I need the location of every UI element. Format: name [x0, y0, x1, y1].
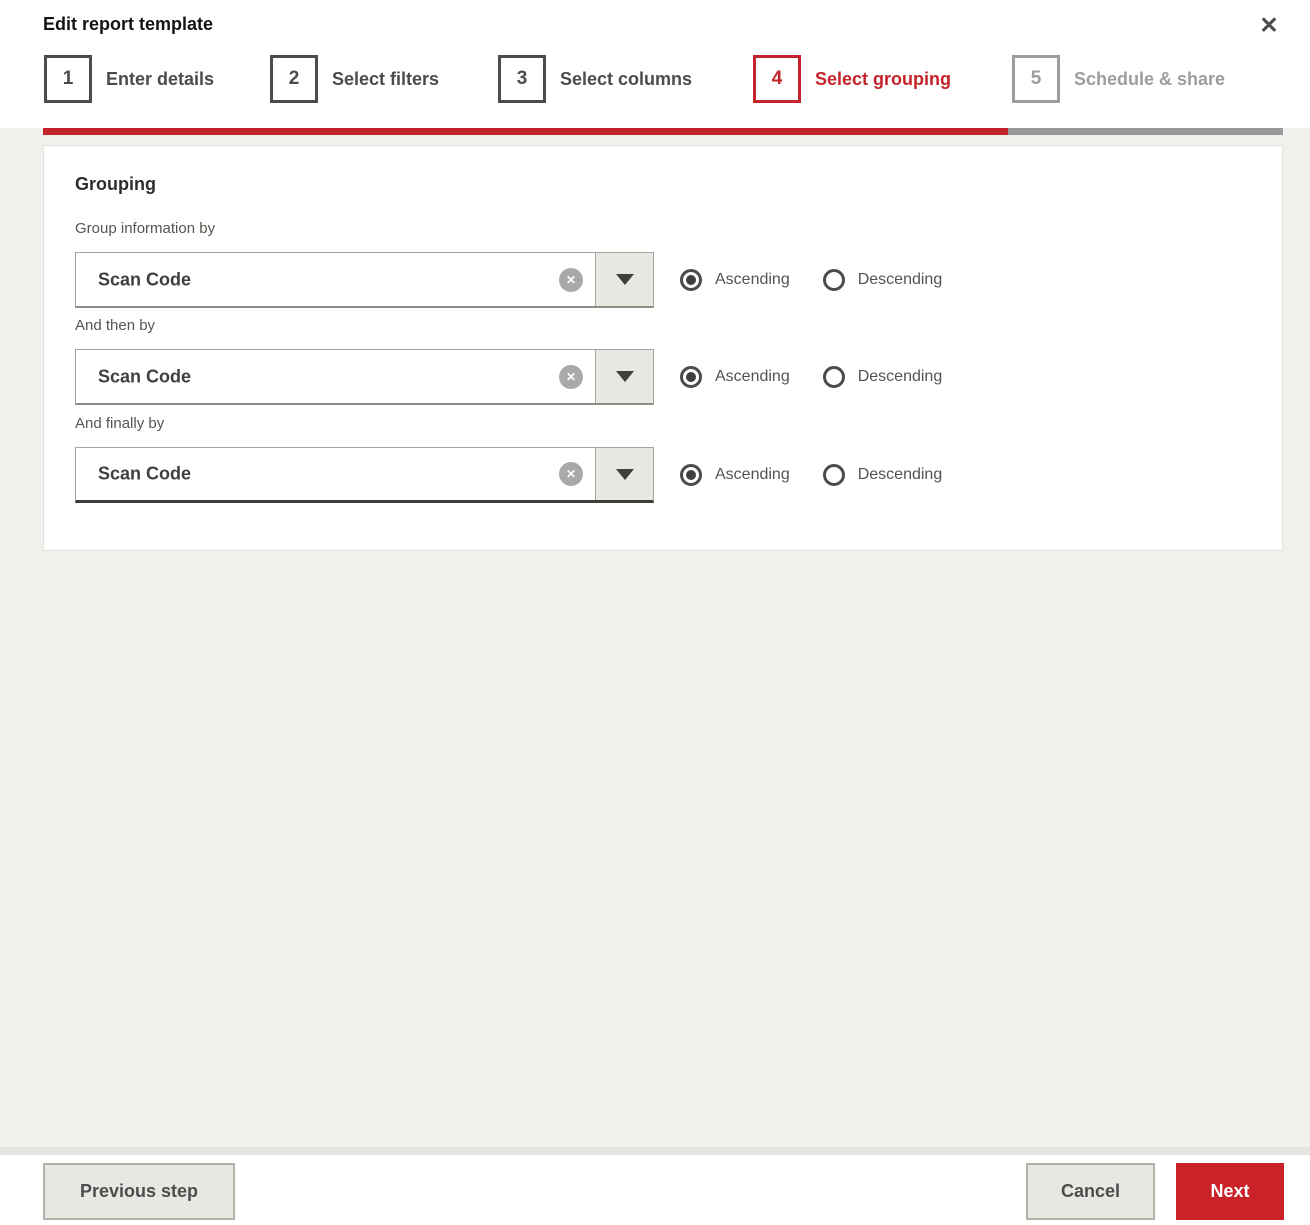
- group-row-3: And finally by Scan Code ✕ Ascending Des…: [75, 415, 1255, 503]
- grouping-heading: Grouping: [75, 174, 156, 194]
- radio-circle-icon: [822, 464, 845, 486]
- ascending-radio[interactable]: Ascending: [680, 269, 790, 291]
- chevron-down-icon: [615, 274, 634, 285]
- dropdown-selected-value: Scan Code: [98, 366, 192, 386]
- clear-selection-icon[interactable]: ✕: [559, 267, 583, 292]
- next-button[interactable]: Next: [1176, 1163, 1284, 1220]
- dialog-header: Edit report template ✕ 1 Enter details 2…: [0, 0, 1310, 128]
- radio-circle-icon: [680, 366, 702, 388]
- grouping-panel: Grouping Group information by Scan Code …: [43, 145, 1283, 551]
- step-label: Select filters: [332, 68, 440, 89]
- step-3-select-columns[interactable]: 3 Select columns: [498, 54, 692, 104]
- descending-radio[interactable]: Descending: [822, 464, 942, 486]
- chevron-down-icon: [615, 371, 634, 382]
- descending-radio[interactable]: Descending: [822, 269, 942, 291]
- group-by-label: Group information by: [75, 220, 216, 237]
- sort-direction-group-2: Ascending Descending: [680, 366, 942, 388]
- dialog-footer: Previous step Cancel Next: [0, 1155, 1310, 1225]
- clear-selection-icon[interactable]: ✕: [559, 462, 583, 486]
- group-by-label: And then by: [75, 317, 156, 334]
- clear-selection-icon[interactable]: ✕: [559, 364, 583, 389]
- wizard-progress-track: [43, 128, 1283, 135]
- step-5-schedule-share: 5 Schedule & share: [1012, 54, 1225, 104]
- dropdown-selected-value: Scan Code: [98, 463, 192, 484]
- step-2-select-filters[interactable]: 2 Select filters: [270, 54, 439, 104]
- step-label: Select grouping: [815, 68, 952, 89]
- ascending-radio[interactable]: Ascending: [680, 366, 790, 388]
- footer-divider: [0, 1147, 1310, 1155]
- step-label: Select columns: [560, 68, 693, 89]
- radio-circle-icon: [822, 269, 845, 291]
- radio-circle-icon: [822, 366, 845, 388]
- group-by-dropdown-1[interactable]: Scan Code ✕: [75, 252, 654, 308]
- sort-direction-group-1: Ascending Descending: [680, 269, 942, 291]
- sort-direction-group-3: Ascending Descending: [680, 464, 942, 486]
- step-4-select-grouping[interactable]: 4 Select grouping: [753, 54, 951, 104]
- dropdown-arrow-button[interactable]: [595, 350, 653, 403]
- step-number-box: 1: [44, 55, 92, 103]
- dropdown-selected-value: Scan Code: [98, 269, 192, 289]
- group-by-label: And finally by: [75, 415, 165, 432]
- group-row-1: Group information by Scan Code ✕ Ascendi…: [75, 220, 1255, 308]
- ascending-radio[interactable]: Ascending: [680, 464, 790, 486]
- step-number-box: 4: [753, 55, 801, 103]
- group-row-2: And then by Scan Code ✕ Ascending Descen…: [75, 317, 1255, 405]
- step-number-box: 2: [270, 55, 318, 103]
- dropdown-arrow-button[interactable]: [595, 448, 653, 500]
- cancel-button[interactable]: Cancel: [1026, 1163, 1155, 1220]
- step-1-enter-details[interactable]: 1 Enter details: [44, 54, 214, 104]
- dialog-title: Edit report template: [43, 14, 214, 34]
- step-label: Enter details: [106, 68, 215, 89]
- step-number-box: 5: [1012, 55, 1060, 103]
- step-label: Schedule & share: [1074, 68, 1226, 89]
- radio-circle-icon: [680, 269, 702, 291]
- wizard-progress-fill: [43, 128, 1008, 135]
- radio-circle-icon: [680, 464, 702, 486]
- dropdown-arrow-button[interactable]: [595, 253, 653, 306]
- descending-radio[interactable]: Descending: [822, 366, 942, 388]
- step-number-box: 3: [498, 55, 546, 103]
- group-by-dropdown-2[interactable]: Scan Code ✕: [75, 349, 654, 405]
- close-icon[interactable]: ✕: [1252, 8, 1286, 42]
- group-by-dropdown-3[interactable]: Scan Code ✕: [75, 447, 654, 503]
- chevron-down-icon: [615, 468, 634, 480]
- previous-step-button[interactable]: Previous step: [43, 1163, 235, 1220]
